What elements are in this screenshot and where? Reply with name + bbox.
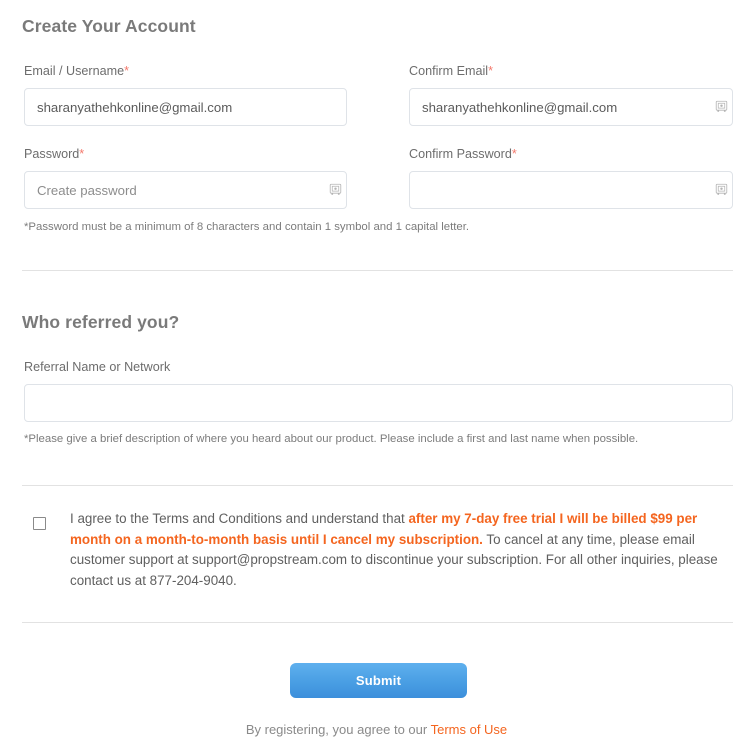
registration-footer-note: By registering, you agree to our Terms o…	[0, 722, 753, 737]
divider-before-submit	[22, 622, 733, 623]
confirm-email-label-text: Confirm Email	[409, 64, 489, 78]
password-manager-vault-icon[interactable]	[715, 183, 728, 196]
confirm-email-input[interactable]	[409, 88, 733, 126]
footer-note-text: By registering, you agree to our	[245, 722, 431, 737]
referral-label: Referral Name or Network	[24, 360, 171, 374]
email-username-label: Email / Username*	[24, 64, 129, 78]
terms-text-lead: I agree to the Terms and Conditions and …	[70, 511, 409, 526]
password-manager-vault-icon[interactable]	[715, 100, 728, 113]
divider-after-referral	[22, 485, 733, 486]
email-username-label-text: Email / Username	[24, 64, 125, 78]
password-input[interactable]	[24, 171, 347, 209]
divider-after-account	[22, 270, 733, 271]
create-account-heading: Create Your Account	[22, 16, 196, 36]
password-requirements-hint: *Password must be a minimum of 8 charact…	[24, 221, 470, 233]
confirm-password-label-text: Confirm Password	[409, 147, 512, 161]
terms-agreement-text: I agree to the Terms and Conditions and …	[70, 509, 733, 591]
referral-hint: *Please give a brief description of wher…	[24, 433, 639, 445]
required-asterisk: *	[488, 64, 493, 78]
confirm-password-label: Confirm Password*	[409, 147, 517, 161]
password-label-text: Password	[24, 147, 80, 161]
confirm-password-input[interactable]	[409, 171, 733, 209]
registration-form-page: Create Your Account Email / Username* Co…	[0, 0, 753, 755]
required-asterisk: *	[124, 64, 129, 78]
password-label: Password*	[24, 147, 84, 161]
submit-button[interactable]: Submit	[290, 663, 467, 698]
password-manager-vault-icon[interactable]	[329, 183, 342, 196]
confirm-email-label: Confirm Email*	[409, 64, 493, 78]
email-username-input[interactable]	[24, 88, 347, 126]
terms-agreement-checkbox[interactable]	[33, 517, 46, 530]
referral-heading: Who referred you?	[22, 312, 180, 332]
terms-of-use-link[interactable]: Terms of Use	[431, 722, 508, 737]
required-asterisk: *	[79, 147, 85, 161]
referral-input[interactable]	[24, 384, 733, 422]
required-asterisk: *	[511, 147, 517, 161]
